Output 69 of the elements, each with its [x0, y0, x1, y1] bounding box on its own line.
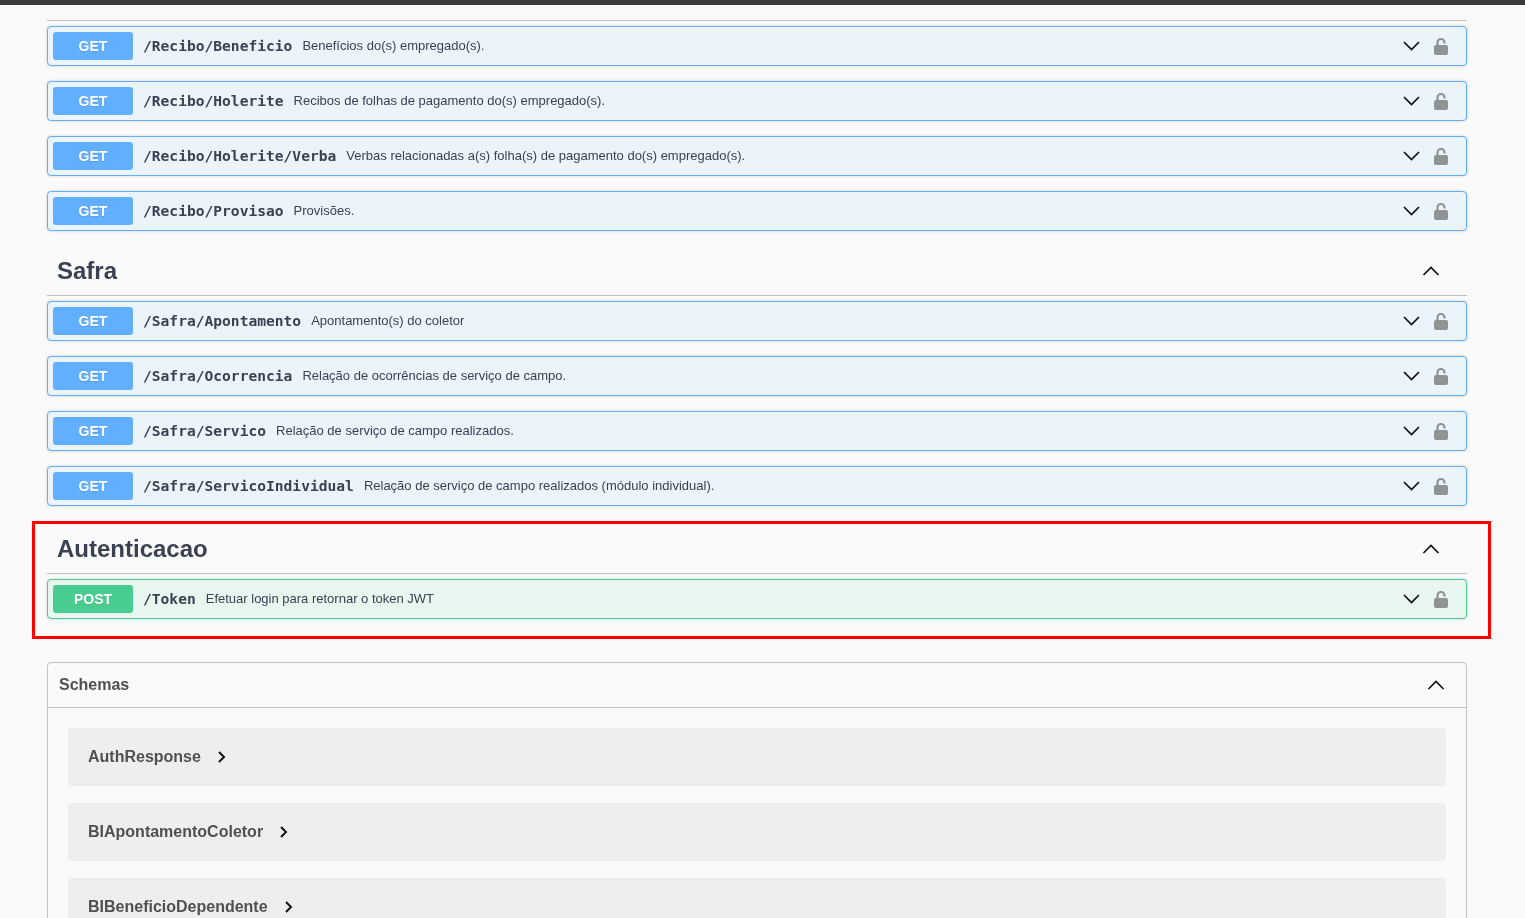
padlock-open-icon[interactable]: [1434, 147, 1448, 165]
endpoint-description: Efetuar login para retornar o token JWT: [205, 590, 435, 609]
chevron-up-icon[interactable]: [1427, 680, 1445, 690]
method-badge: GET: [53, 307, 133, 335]
padlock-open-icon[interactable]: [1434, 477, 1448, 495]
schema-row[interactable]: BIBeneficioDependente: [68, 878, 1446, 918]
endpoint-description: Recibos de folhas de pagamento do(s) empregado(s).: [293, 92, 606, 111]
operation-row[interactable]: POST /Token Efetuar login para retornar o token JWT: [47, 579, 1467, 619]
chevron-right-icon[interactable]: [279, 826, 289, 838]
schema-name: BIApontamentoColetor: [88, 822, 264, 842]
endpoint-path: /Token: [143, 589, 196, 610]
method-badge: GET: [53, 417, 133, 445]
endpoint-description: Relação de serviço de campo realizados (módulo individual).: [363, 477, 715, 496]
operation-row[interactable]: GET /Safra/Ocorrencia Relação de ocorrências de serviço de campo.: [47, 356, 1467, 396]
chevron-down-icon[interactable]: [1403, 151, 1420, 161]
chevron-down-icon[interactable]: [1403, 206, 1420, 216]
method-badge: GET: [53, 362, 133, 390]
operation-row[interactable]: GET /Recibo/Holerite/Verba Verbas relacionadas a(s) folha(s) de pagamento do(s) empregado(s).: [47, 136, 1467, 176]
padlock-open-icon[interactable]: [1434, 312, 1448, 330]
padlock-open-icon[interactable]: [1434, 590, 1448, 608]
endpoint-path: /Recibo/Provisao: [143, 201, 284, 222]
endpoint-path: /Safra/ServicoIndividual: [143, 476, 354, 497]
chevron-down-icon[interactable]: [1403, 316, 1420, 326]
schema-row[interactable]: BIApontamentoColetor: [68, 803, 1446, 861]
method-badge: GET: [53, 142, 133, 170]
chevron-down-icon[interactable]: [1403, 481, 1420, 491]
operation-row[interactable]: GET /Recibo/Beneficio Benefícios do(s) empregado(s).: [47, 26, 1467, 66]
endpoint-path: /Recibo/Beneficio: [143, 36, 293, 57]
schema-name: AuthResponse: [88, 747, 201, 767]
chevron-up-icon[interactable]: [1422, 543, 1440, 554]
operation-row[interactable]: GET /Safra/ServicoIndividual Relação de serviço de campo realizados (módulo individual).: [47, 466, 1467, 506]
schema-name: BIBeneficioDependente: [88, 897, 268, 917]
method-badge: POST: [53, 585, 133, 613]
endpoint-description: Apontamento(s) do coletor: [311, 312, 465, 331]
chevron-down-icon[interactable]: [1403, 371, 1420, 381]
endpoint-description: Verbas relacionadas a(s) folha(s) de pagamento do(s) empregado(s).: [346, 147, 746, 166]
chevron-down-icon[interactable]: [1403, 96, 1420, 106]
endpoint-path: /Safra/Servico: [143, 421, 266, 442]
method-badge: GET: [53, 87, 133, 115]
method-badge: GET: [53, 197, 133, 225]
section-title: Autenticacao: [57, 534, 209, 563]
padlock-open-icon[interactable]: [1434, 422, 1448, 440]
schemas-title: Schemas: [59, 675, 131, 695]
endpoint-description: Relação de serviço de campo realizados.: [276, 422, 514, 441]
method-badge: GET: [53, 32, 133, 60]
section-title: Safra: [57, 256, 119, 285]
chevron-up-icon[interactable]: [1422, 265, 1440, 276]
operation-row[interactable]: GET /Recibo/Provisao Provisões.: [47, 191, 1467, 231]
endpoint-description: Relação de ocorrências de serviço de campo.: [302, 367, 567, 386]
schema-row[interactable]: AuthResponse: [68, 728, 1446, 786]
operation-row[interactable]: GET /Recibo/Holerite Recibos de folhas de pagamento do(s) empregado(s).: [47, 81, 1467, 121]
padlock-open-icon[interactable]: [1434, 92, 1448, 110]
chevron-right-icon[interactable]: [216, 751, 226, 763]
padlock-open-icon[interactable]: [1434, 367, 1448, 385]
endpoint-path: /Recibo/Holerite/Verba: [143, 146, 337, 167]
padlock-open-icon[interactable]: [1434, 202, 1448, 220]
operation-row[interactable]: GET /Safra/Servico Relação de serviço de campo realizados.: [47, 411, 1467, 451]
chevron-down-icon[interactable]: [1403, 41, 1420, 51]
chevron-down-icon[interactable]: [1403, 426, 1420, 436]
endpoint-description: Benefícios do(s) empregado(s).: [302, 37, 485, 56]
chevron-right-icon[interactable]: [283, 901, 293, 913]
chevron-down-icon[interactable]: [1403, 594, 1420, 604]
method-badge: GET: [53, 472, 133, 500]
endpoint-path: /Recibo/Holerite: [143, 91, 284, 112]
operation-row[interactable]: GET /Safra/Apontamento Apontamento(s) do coletor: [47, 301, 1467, 341]
endpoint-description: Provisões.: [293, 202, 355, 221]
endpoint-path: /Safra/Ocorrencia: [143, 366, 293, 387]
padlock-open-icon[interactable]: [1434, 37, 1448, 55]
endpoint-path: /Safra/Apontamento: [143, 311, 302, 332]
